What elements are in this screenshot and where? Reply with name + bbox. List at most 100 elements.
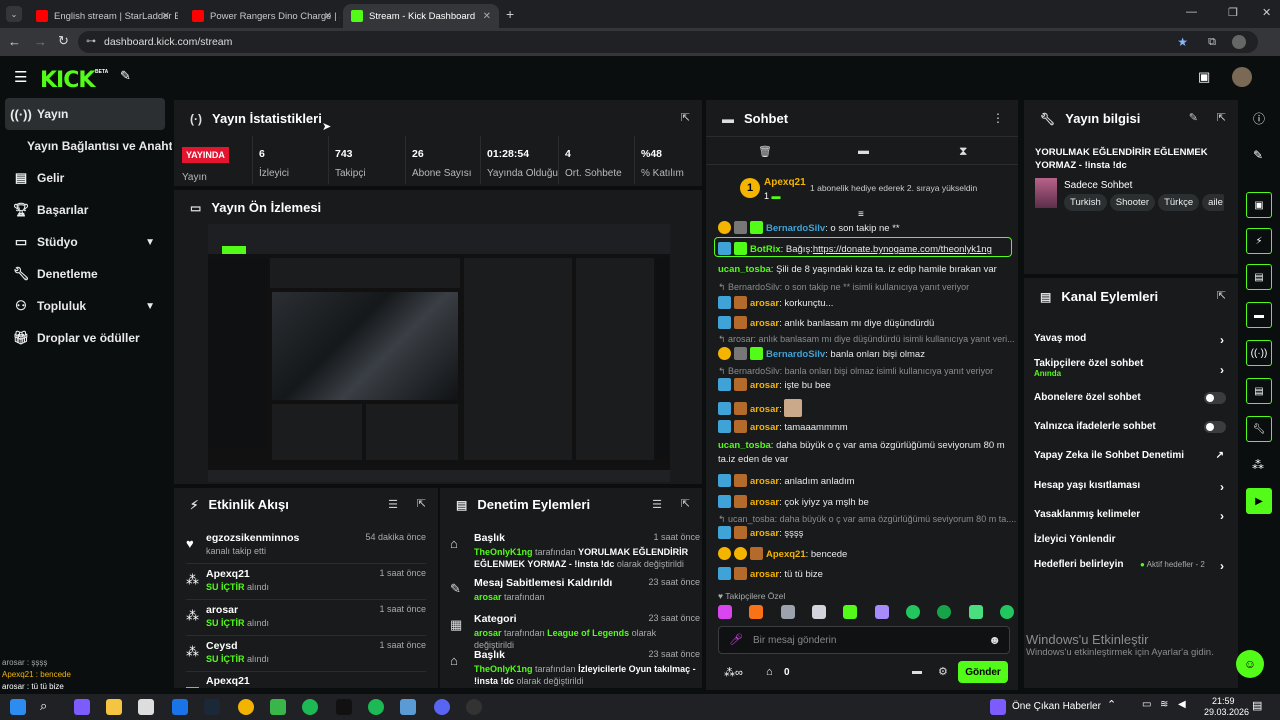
close-icon[interactable]: ✕ [483, 11, 491, 22]
stream-preview-video[interactable] [208, 224, 670, 482]
forward-icon[interactable]: → [34, 34, 47, 49]
donation-link[interactable]: https://donate.bynogame.com/theonlyk1ng [813, 244, 992, 255]
store-icon[interactable] [138, 699, 154, 715]
info-icon[interactable]: ⓘ [1253, 110, 1265, 127]
url-field[interactable]: ⊶ dashboard.kick.com/stream ★ ⧉ [78, 31, 1258, 53]
rail-stats-icon[interactable]: ▣ [1246, 192, 1272, 218]
news-label[interactable]: Öne Çıkan Haberler [1012, 701, 1101, 712]
store-icon[interactable]: ⌂ [766, 666, 773, 678]
rail-community-icon[interactable]: ⁂ [1252, 458, 1264, 472]
rail-clip-icon[interactable]: ▶ [1246, 488, 1272, 514]
rail-info-icon[interactable]: 🔧︎ [1246, 416, 1272, 442]
hourglass-icon[interactable]: ⧗ [959, 144, 967, 159]
emote-icon[interactable] [905, 605, 920, 619]
sidebar-item-stream[interactable]: ((·)) Yayın [5, 98, 165, 130]
menu-icon[interactable]: ☰ [14, 68, 27, 86]
steam-icon[interactable] [204, 699, 220, 715]
spotify-alt-icon[interactable] [368, 699, 384, 715]
back-icon[interactable]: ← [8, 34, 21, 49]
extensions-icon[interactable]: ⧉ [1208, 31, 1216, 53]
tag[interactable]: aile [1202, 194, 1224, 211]
microphone-icon[interactable]: 🎤︎ [729, 633, 743, 646]
discord-icon[interactable] [434, 699, 450, 715]
emote-icon[interactable] [999, 605, 1014, 619]
emote-icon[interactable] [937, 605, 952, 619]
popout-icon[interactable]: ⇱ [681, 497, 690, 510]
obs-icon[interactable] [466, 699, 482, 715]
search-icon[interactable]: ⌕ [40, 698, 47, 714]
sidebar-item-moderation[interactable]: 🔧︎ Denetleme [5, 258, 165, 290]
browser-tab-active[interactable]: Stream - Kick Dashboard ✕ [343, 4, 499, 28]
close-window-icon[interactable]: ✕ [1262, 6, 1271, 19]
clock-date[interactable]: 29.03.2026 [1204, 707, 1249, 717]
kick-logo[interactable]: KICK [40, 68, 95, 93]
outlook-icon[interactable] [172, 699, 188, 715]
channel-action-ai-moderation[interactable]: Yapay Zeka ile Sohbet Denetimi ↗ [1034, 450, 1224, 461]
minimize-icon[interactable]: — [1186, 6, 1197, 18]
windows-start-icon[interactable] [10, 699, 26, 715]
clock-time[interactable]: 21:59 [1212, 696, 1235, 706]
channel-action-account-age[interactable]: Hesap yaşı kısıtlaması › [1034, 480, 1224, 494]
popout-icon[interactable]: ⇱ [1217, 289, 1226, 302]
tag[interactable]: Türkçe [1158, 194, 1200, 211]
edit-layout-icon[interactable]: ✎ [1253, 148, 1263, 162]
app-icon[interactable] [400, 699, 416, 715]
emote-icon[interactable] [749, 605, 764, 619]
sidebar-item-achievements[interactable]: 🏆︎ Başarılar [5, 194, 165, 226]
sidebar-item-drops[interactable]: 🎁︎ Droplar ve ödüller [5, 322, 165, 354]
channel-action-banned-words[interactable]: Yasaklanmış kelimeler › [1034, 509, 1224, 523]
emote-icon[interactable] [874, 605, 889, 619]
rail-actions-icon[interactable]: ▤ [1246, 378, 1272, 404]
popout-icon[interactable]: ⇱ [1217, 111, 1226, 124]
channel-action-goals[interactable]: Hedefleri belirleyin ● Aktif hedefler - 2… [1034, 559, 1224, 573]
send-button[interactable]: Gönder [958, 661, 1008, 683]
channel-action-followers-only[interactable]: Takipçilere özel sohbet Anında › [1034, 358, 1224, 378]
sidebar-item-community[interactable]: ⚇ Topluluk ▼ [5, 290, 165, 322]
sidebar-item-studio[interactable]: ▭ Stüdyo ▼ [5, 226, 165, 258]
notepad-icon[interactable] [270, 699, 286, 715]
emote-icon[interactable] [968, 605, 983, 619]
channel-points-icon[interactable]: ⁂∞ [724, 666, 743, 679]
emoji-icon[interactable]: ☻ [988, 633, 1001, 647]
browser-tab[interactable]: Power Rangers Dino Charge | S ✕ [184, 4, 340, 28]
chat-settings-bubble-icon[interactable]: ▬ [912, 666, 922, 677]
new-tab-icon[interactable]: + [506, 6, 514, 22]
emote-icon[interactable] [718, 605, 732, 619]
edit-icon[interactable]: ✎ [1189, 111, 1198, 124]
tag[interactable]: Turkish [1064, 194, 1107, 211]
subscribers-only-toggle[interactable] [1204, 392, 1226, 404]
collapse-icon[interactable]: ≡ [858, 209, 864, 220]
file-explorer-icon[interactable] [106, 699, 122, 715]
popout-icon[interactable]: ⇱ [681, 111, 690, 124]
channel-action-slow-mode[interactable]: Yavaş mod › [1034, 333, 1224, 347]
avatar[interactable] [1232, 67, 1252, 87]
copilot-icon[interactable] [74, 699, 90, 715]
tag[interactable]: Shooter [1109, 194, 1156, 211]
profile-icon[interactable] [1232, 35, 1246, 49]
bookmark-star-icon[interactable]: ★ [1177, 31, 1188, 53]
rail-modlog-icon[interactable]: ▤ [1246, 264, 1272, 290]
more-options-icon[interactable]: ⋮ [992, 111, 1004, 125]
trash-icon[interactable]: 🗑︎ [758, 145, 772, 158]
news-icon[interactable] [990, 699, 1006, 715]
chat-bubble-icon[interactable]: ▬ [858, 145, 869, 157]
wallet-icon[interactable]: ▣ [1198, 69, 1210, 85]
tray-network-icon[interactable]: ▭ [1142, 699, 1151, 710]
site-info-icon[interactable]: ⊶ [86, 31, 96, 53]
chat-input[interactable]: 🎤︎ Bir mesaj gönderin ☻ [718, 626, 1010, 654]
close-icon[interactable]: ✕ [324, 11, 332, 22]
channel-action-raid[interactable]: İzleyici Yönlendir [1034, 534, 1224, 545]
tray-chevron-up-icon[interactable]: ⌃ [1107, 698, 1116, 711]
rail-chat-icon[interactable]: ▬ [1246, 302, 1272, 328]
chrome-icon[interactable] [238, 699, 254, 715]
reload-icon[interactable]: ↻ [58, 33, 69, 49]
sidebar-item-revenue[interactable]: ▤ Gelir [5, 162, 165, 194]
tab-search-icon[interactable]: ⌄ [6, 6, 22, 22]
tools-icon[interactable]: ✎ [120, 68, 131, 84]
emote-icon[interactable] [780, 605, 795, 619]
emote-icon[interactable] [843, 605, 858, 619]
help-chat-button[interactable]: ☺ [1236, 650, 1264, 678]
popout-icon[interactable]: ⇱ [417, 497, 426, 510]
filter-icon[interactable]: ☰ [388, 498, 398, 511]
rail-broadcast-icon[interactable]: ((·)) [1246, 340, 1272, 366]
